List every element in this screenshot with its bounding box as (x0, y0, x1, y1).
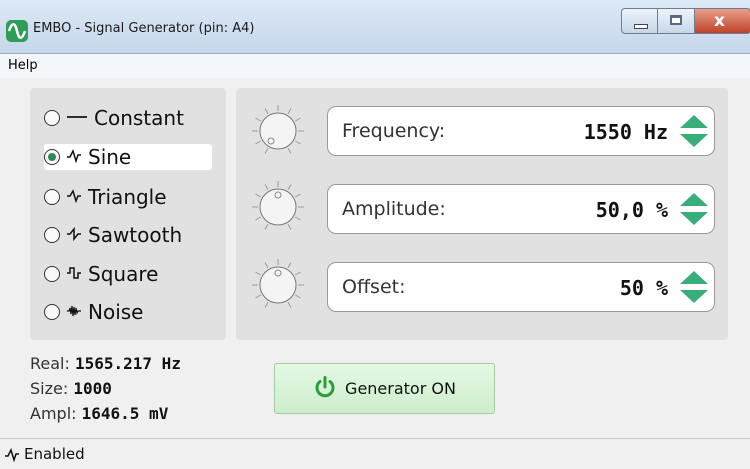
radio-button[interactable] (44, 110, 60, 126)
radio-label: Sawtooth (88, 223, 183, 247)
radio-constant[interactable]: Constant (44, 105, 214, 131)
frequency-spinner[interactable] (676, 111, 712, 155)
radio-button[interactable] (44, 149, 60, 165)
sawtooth-icon (66, 226, 82, 245)
window-controls: x (621, 8, 750, 38)
status-text: Enabled (24, 445, 85, 463)
radio-button[interactable] (44, 304, 60, 320)
radio-sawtooth[interactable]: Sawtooth (44, 222, 224, 248)
noise-icon (66, 303, 82, 322)
size-readout: Size: 1000 (30, 379, 112, 398)
offset-field[interactable]: Offset: 50 % (327, 262, 715, 312)
generator-on-button[interactable]: Generator ON (274, 363, 495, 414)
maximize-icon (670, 15, 682, 25)
title-bar: EMBO - Signal Generator (pin: A4) x (0, 0, 750, 53)
minimize-icon (634, 24, 648, 29)
offset-label: Offset: (342, 276, 406, 298)
offset-spinner[interactable] (676, 267, 712, 311)
radio-sine[interactable]: Sine (44, 144, 212, 170)
app-icon (6, 20, 28, 42)
radio-button[interactable] (44, 266, 60, 282)
close-button[interactable]: x (695, 8, 750, 34)
minimize-button[interactable] (621, 8, 658, 34)
frequency-knob[interactable] (250, 103, 306, 163)
constant-icon (66, 109, 88, 128)
spin-down-icon (680, 290, 708, 303)
triangle-icon (66, 188, 82, 207)
menu-help[interactable]: Help (8, 58, 38, 73)
frequency-value[interactable]: 1550 Hz (584, 120, 668, 144)
radio-square[interactable]: Square (44, 261, 214, 287)
status-sine-icon (4, 447, 20, 466)
radio-button[interactable] (44, 189, 60, 205)
radio-label: Sine (88, 145, 132, 169)
power-icon (313, 375, 337, 403)
spin-up-icon (680, 193, 708, 206)
ampl-label: Ampl: (30, 404, 77, 423)
menu-bar: Help (0, 53, 750, 79)
radio-noise[interactable]: Noise (44, 299, 214, 325)
radio-button[interactable] (44, 227, 60, 243)
offset-knob[interactable] (250, 257, 306, 317)
radio-label: Noise (88, 300, 144, 324)
real-value: 1565.217 Hz (74, 354, 181, 373)
radio-triangle[interactable]: Triangle (44, 184, 214, 210)
generator-button-label: Generator ON (345, 379, 456, 398)
maximize-button[interactable] (658, 8, 695, 34)
amplitude-value[interactable]: 50,0 % (596, 198, 668, 222)
sine-icon (66, 148, 82, 167)
amplitude-readout: Ampl: 1646.5 mV (30, 404, 168, 423)
spin-down-icon (680, 134, 708, 147)
spin-up-icon (680, 271, 708, 284)
frequency-field[interactable]: Frequency: 1550 Hz (327, 106, 715, 156)
amplitude-label: Amplitude: (342, 198, 446, 220)
real-label: Real: (30, 354, 70, 373)
status-bar: Enabled (0, 438, 750, 469)
square-icon (66, 265, 82, 284)
radio-label: Square (88, 262, 159, 286)
offset-value[interactable]: 50 % (620, 276, 668, 300)
ampl-value: 1646.5 mV (81, 404, 169, 423)
window-title: EMBO - Signal Generator (pin: A4) (33, 21, 255, 36)
frequency-label: Frequency: (342, 120, 446, 142)
spin-down-icon (680, 212, 708, 225)
amplitude-knob[interactable] (250, 179, 306, 239)
size-label: Size: (30, 379, 69, 398)
radio-label: Constant (94, 106, 184, 130)
close-icon: x (714, 11, 725, 31)
radio-selected-dot (47, 152, 56, 161)
radio-label: Triangle (88, 185, 167, 209)
size-value: 1000 (73, 379, 112, 398)
spin-up-icon (680, 115, 708, 128)
amplitude-field[interactable]: Amplitude: 50,0 % (327, 184, 715, 234)
real-frequency-readout: Real: 1565.217 Hz (30, 354, 181, 373)
amplitude-spinner[interactable] (676, 189, 712, 233)
